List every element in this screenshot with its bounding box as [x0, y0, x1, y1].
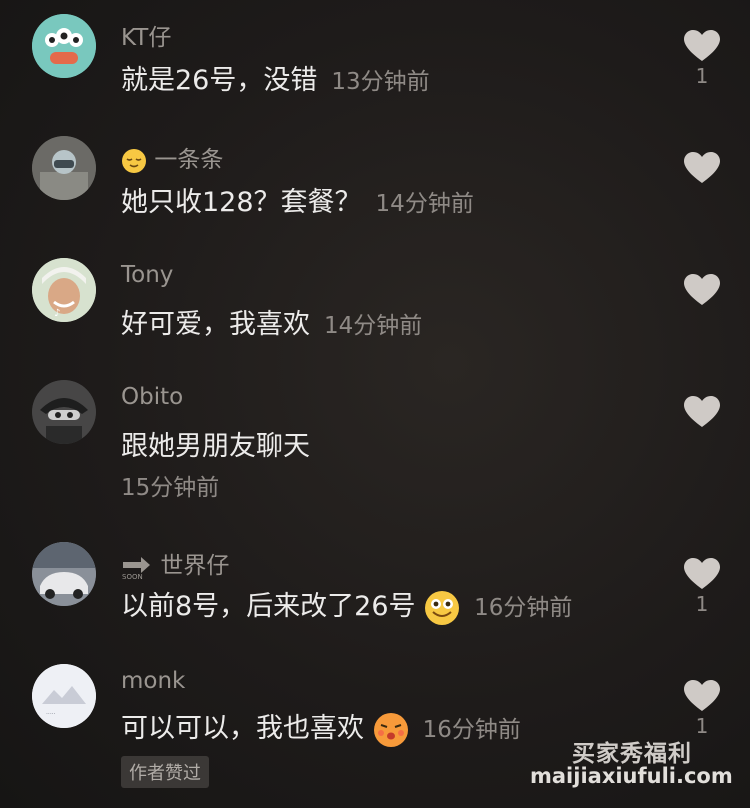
like-button[interactable]	[682, 396, 722, 430]
comment-time: 16分钟前	[474, 595, 573, 621]
username: 一条条	[154, 147, 224, 173]
kissing-face-icon	[373, 712, 408, 747]
like-button[interactable]: 1	[682, 558, 722, 616]
comment-text-content: 可以可以，我也喜欢	[121, 713, 364, 744]
svg-text:SOON: SOON	[122, 573, 143, 580]
comment-text: 她只收128？套餐？ 14分钟前	[121, 180, 474, 219]
heart-icon	[684, 152, 720, 183]
username[interactable]: monk	[121, 668, 185, 694]
comment-text: 可以可以，我也喜欢 16分钟前	[121, 706, 521, 748]
like-button[interactable]: 1	[682, 680, 722, 738]
author-liked-badge: 作者赞过	[121, 756, 209, 788]
comment-text-content: 好可爱，我喜欢	[121, 309, 310, 340]
like-button[interactable]: 1	[682, 30, 722, 88]
comment-text-content: 她只收128？套餐？	[121, 187, 362, 218]
username-row[interactable]: 一条条	[121, 140, 223, 174]
username[interactable]: Obito	[121, 384, 183, 410]
avatar[interactable]	[32, 542, 96, 606]
svg-text:·····: ·····	[46, 711, 56, 718]
comment-text: 好可爱，我喜欢 14分钟前	[121, 302, 422, 341]
heart-icon	[684, 396, 720, 427]
heart-icon	[684, 558, 720, 589]
comment-time: 14分钟前	[324, 313, 423, 339]
comment-text-content: 以前8号，后来改了26号	[121, 591, 416, 622]
grinning-face-icon	[425, 590, 460, 625]
heart-icon	[684, 274, 720, 305]
watermark-title: 买家秀福利	[572, 741, 692, 767]
username: 世界仔	[160, 553, 230, 579]
avatar[interactable]: ♪	[32, 258, 96, 322]
like-button[interactable]	[682, 152, 722, 186]
relieved-face-icon	[122, 148, 146, 173]
username[interactable]: Tony	[121, 262, 173, 288]
heart-icon	[684, 30, 720, 61]
username[interactable]: KT仔	[121, 18, 171, 52]
like-button[interactable]	[682, 274, 722, 308]
comment-time: 15分钟前	[121, 475, 220, 501]
avatar[interactable]	[32, 14, 96, 78]
background	[0, 0, 750, 808]
like-count: 1	[695, 64, 709, 88]
avatar[interactable]	[32, 380, 96, 444]
svg-text:♪: ♪	[54, 308, 60, 319]
avatar[interactable]	[32, 136, 96, 200]
watermark-url: maijiaxiufuli.com	[530, 764, 733, 788]
comment-text: 就是26号，没错 13分钟前	[121, 58, 430, 97]
comment-text-content: 就是26号，没错	[121, 65, 318, 96]
like-count: 1	[695, 592, 709, 616]
avatar[interactable]: ·····	[32, 664, 96, 728]
username-row[interactable]: SOON 世界仔	[121, 546, 229, 580]
heart-icon	[684, 680, 720, 711]
comment-time: 14分钟前	[375, 191, 474, 217]
comment-time: 16分钟前	[422, 717, 521, 743]
arrow-soon-icon: SOON	[122, 556, 150, 580]
comment-time: 13分钟前	[331, 69, 430, 95]
comment-text: 跟她男朋友聊天	[121, 431, 310, 462]
comment-text: 以前8号，后来改了26号 16分钟前	[121, 584, 572, 626]
